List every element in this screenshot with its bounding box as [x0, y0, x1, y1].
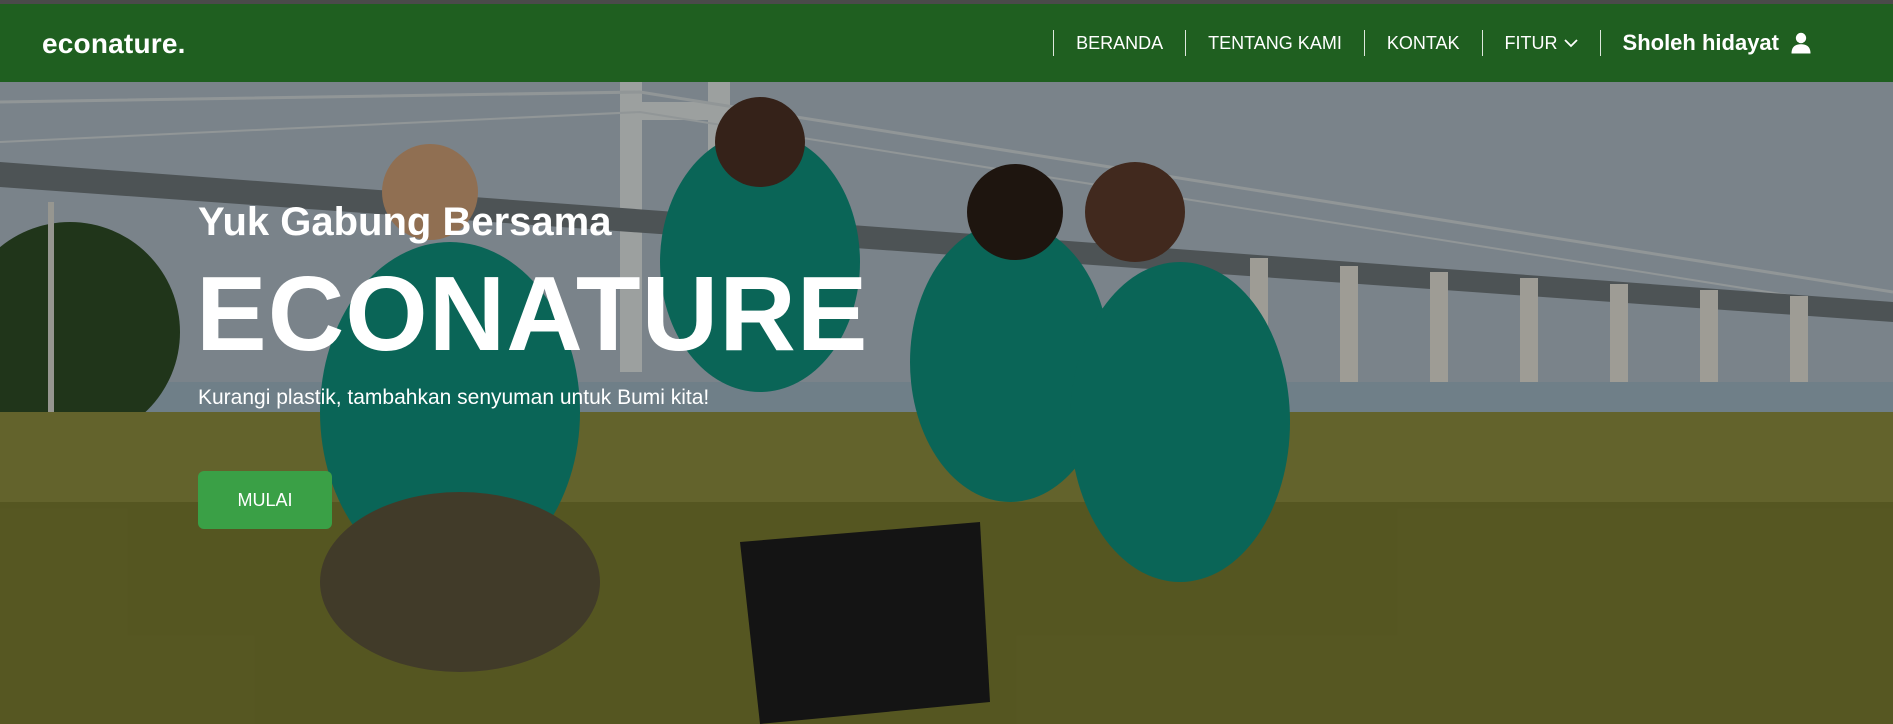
- nav-item-kontak[interactable]: KONTAK: [1363, 30, 1482, 56]
- hero-title: ECONATURE: [196, 255, 869, 373]
- chevron-down-icon: [1563, 38, 1578, 48]
- nav-item-beranda[interactable]: BERANDA: [1053, 30, 1185, 56]
- user-name: Sholeh hidayat: [1622, 30, 1779, 55]
- main-nav: BERANDA TENTANG KAMI KONTAK FITUR Sholeh…: [1053, 4, 1893, 82]
- nav-item-fitur-dropdown[interactable]: FITUR: [1481, 30, 1600, 56]
- nav-item-label: BERANDA: [1076, 32, 1164, 53]
- start-button[interactable]: MULAI: [198, 471, 332, 529]
- navbar: econature. BERANDA TENTANG KAMI KONTAK F…: [0, 4, 1893, 82]
- hero-section: Yuk Gabung Bersama ECONATURE Kurangi pla…: [0, 82, 1893, 724]
- brand-logo[interactable]: econature.: [42, 28, 186, 60]
- hero-tagline: Kurangi plastik, tambahkan senyuman untu…: [198, 386, 710, 409]
- nav-item-tentang-kami[interactable]: TENTANG KAMI: [1185, 30, 1364, 56]
- user-icon: [1791, 32, 1811, 54]
- hero-subtitle: Yuk Gabung Bersama: [198, 200, 612, 244]
- nav-item-label: FITUR: [1504, 32, 1558, 53]
- nav-item-label: TENTANG KAMI: [1208, 32, 1342, 53]
- user-menu[interactable]: Sholeh hidayat: [1599, 30, 1833, 56]
- nav-item-label: KONTAK: [1386, 32, 1460, 53]
